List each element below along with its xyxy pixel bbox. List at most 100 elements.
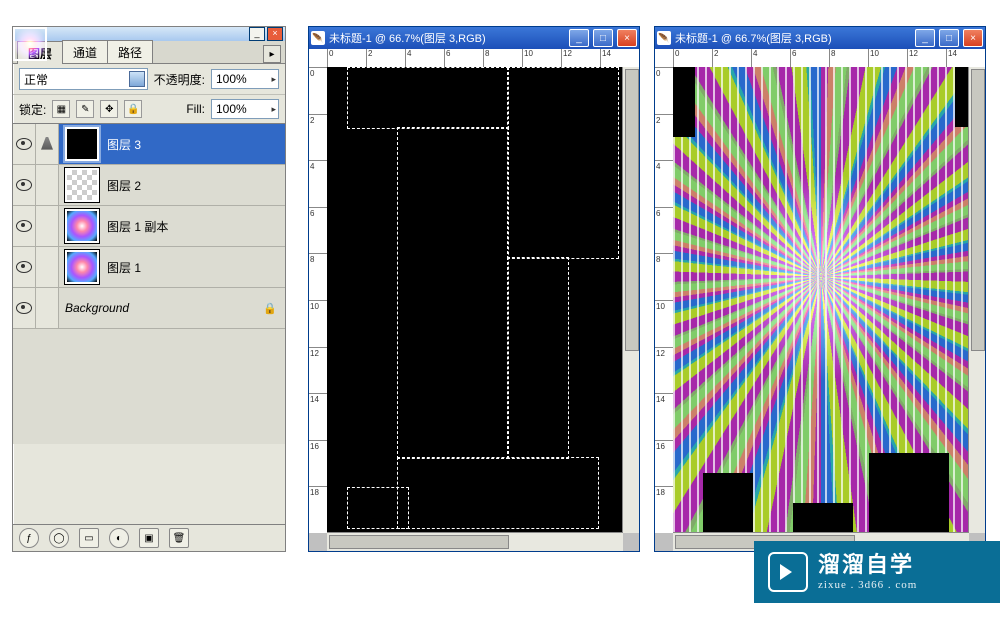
- brush-icon: [41, 137, 53, 151]
- panel-minimize-button[interactable]: _: [249, 27, 265, 41]
- layer-row[interactable]: 图层 1: [13, 247, 285, 288]
- visibility-toggle[interactable]: [13, 247, 36, 287]
- lock-icon: 🔒: [263, 302, 277, 315]
- masked-region: [673, 67, 695, 137]
- lock-label: 锁定:: [19, 101, 46, 118]
- edit-indicator[interactable]: [36, 124, 59, 164]
- layer-row[interactable]: 图层 3: [13, 124, 285, 165]
- fill-label: Fill:: [186, 102, 205, 116]
- masked-region: [869, 453, 949, 533]
- layer-row[interactable]: 图层 1 副本: [13, 206, 285, 247]
- close-button[interactable]: ×: [963, 29, 983, 47]
- blend-mode-dropdown[interactable]: 正常: [19, 68, 148, 90]
- layer-name-label: 图层 1 副本: [107, 218, 168, 235]
- layer-thumbnail[interactable]: [65, 168, 99, 202]
- layer-name-label: Background: [65, 301, 129, 315]
- document-title: 未标题-1 @ 66.7%(图层 3,RGB): [675, 30, 911, 46]
- visibility-toggle[interactable]: [13, 206, 36, 246]
- blend-opacity-row: 正常 不透明度: 100%: [13, 64, 285, 95]
- document-titlebar[interactable]: 🪶 未标题-1 @ 66.7%(图层 3,RGB) _ □ ×: [309, 27, 639, 49]
- layer-thumbnail[interactable]: [65, 209, 99, 243]
- minimize-button[interactable]: _: [569, 29, 589, 47]
- layer-name-label: 图层 1: [107, 259, 141, 276]
- ruler-vertical[interactable]: 024681012141618: [309, 67, 328, 533]
- selection-marquee: [397, 127, 509, 459]
- lock-position-icon[interactable]: ✥: [100, 100, 118, 118]
- masked-region: [955, 67, 969, 127]
- canvas[interactable]: [673, 67, 969, 533]
- play-icon: [768, 552, 808, 592]
- ruler-horizontal[interactable]: 02468101214: [327, 49, 639, 68]
- layer-name-label: 图层 3: [107, 136, 141, 153]
- watermark-subtitle: zixue . 3d66 . com: [818, 579, 917, 592]
- opacity-value: 100%: [216, 72, 247, 86]
- watermark-title: 溜溜自学: [818, 552, 917, 578]
- document-window: 🪶 未标题-1 @ 66.7%(图层 3,RGB) _ □ × 02468101…: [654, 26, 986, 552]
- tab-paths[interactable]: 路径: [107, 40, 153, 63]
- maximize-button[interactable]: □: [593, 29, 613, 47]
- ruler-vertical[interactable]: 024681012141618: [655, 67, 674, 533]
- app-icon: 🪶: [311, 31, 325, 45]
- opacity-label: 不透明度:: [154, 71, 205, 88]
- selection-marquee: [347, 67, 509, 129]
- blend-mode-value: 正常: [24, 71, 48, 88]
- ruler-horizontal[interactable]: 02468101214: [673, 49, 985, 68]
- eye-icon: [16, 261, 32, 273]
- eye-icon: [16, 138, 32, 150]
- layer-row[interactable]: 图层 2: [13, 165, 285, 206]
- adjustment-layer-button[interactable]: ◐: [109, 528, 129, 548]
- document-titlebar[interactable]: 🪶 未标题-1 @ 66.7%(图层 3,RGB) _ □ ×: [655, 27, 985, 49]
- link-toggle[interactable]: [36, 247, 59, 287]
- selection-marquee: [507, 67, 619, 259]
- layer-name-label: 图层 2: [107, 177, 141, 194]
- panel-footer: ƒ ◯ ▭ ◐ ▣ 🗑: [13, 524, 285, 551]
- selection-marquee: [347, 487, 409, 529]
- eye-icon: [16, 302, 32, 314]
- canvas[interactable]: [327, 67, 623, 533]
- minimize-button[interactable]: _: [915, 29, 935, 47]
- ruler-origin[interactable]: [309, 49, 328, 68]
- visibility-toggle[interactable]: [13, 165, 36, 205]
- eye-icon: [16, 220, 32, 232]
- ruler-origin[interactable]: [655, 49, 674, 68]
- new-layer-button[interactable]: ▣: [139, 528, 159, 548]
- panel-menu-button[interactable]: [263, 45, 281, 63]
- selection-marquee: [507, 257, 569, 459]
- visibility-toggle[interactable]: [13, 288, 36, 328]
- maximize-button[interactable]: □: [939, 29, 959, 47]
- link-toggle[interactable]: [36, 206, 59, 246]
- layer-style-button[interactable]: ƒ: [19, 528, 39, 548]
- close-button[interactable]: ×: [617, 29, 637, 47]
- link-toggle[interactable]: [36, 288, 59, 328]
- layer-set-button[interactable]: ▭: [79, 528, 99, 548]
- layer-thumbnail[interactable]: [65, 250, 99, 284]
- selection-marquee: [397, 457, 599, 529]
- panel-titlebar[interactable]: _ ×: [13, 27, 285, 41]
- visibility-toggle[interactable]: [13, 124, 36, 164]
- document-title: 未标题-1 @ 66.7%(图层 3,RGB): [329, 30, 565, 46]
- scrollbar-vertical[interactable]: [622, 67, 639, 533]
- layer-mask-button[interactable]: ◯: [49, 528, 69, 548]
- fill-value: 100%: [216, 102, 247, 116]
- layer-thumbnail[interactable]: [65, 127, 99, 161]
- masked-region: [793, 503, 853, 533]
- link-toggle[interactable]: [36, 165, 59, 205]
- fill-field[interactable]: 100%: [211, 99, 279, 119]
- document-window: 🪶 未标题-1 @ 66.7%(图层 3,RGB) _ □ × 02468101…: [308, 26, 640, 552]
- app-icon: 🪶: [657, 31, 671, 45]
- tab-channels[interactable]: 通道: [62, 40, 108, 63]
- panel-close-button[interactable]: ×: [267, 27, 283, 41]
- lock-all-icon[interactable]: 🔒: [124, 100, 142, 118]
- panel-tabs: 图层 通道 路径: [13, 41, 285, 64]
- scrollbar-horizontal[interactable]: [327, 532, 623, 551]
- layers-list: 图层 3 图层 2 图层 1 副本 图层 1: [13, 124, 285, 444]
- scrollbar-vertical[interactable]: [968, 67, 985, 533]
- lock-transparency-icon[interactable]: ▦: [52, 100, 70, 118]
- masked-region: [703, 473, 753, 533]
- opacity-field[interactable]: 100%: [211, 69, 279, 89]
- delete-layer-button[interactable]: 🗑: [169, 528, 189, 548]
- layer-row[interactable]: Background 🔒: [13, 288, 285, 329]
- lock-pixels-icon[interactable]: ✎: [76, 100, 94, 118]
- eye-icon: [16, 179, 32, 191]
- layers-panel: _ × 图层 通道 路径 正常 不透明度: 100% 锁定: ▦ ✎ ✥ 🔒 F…: [12, 26, 286, 552]
